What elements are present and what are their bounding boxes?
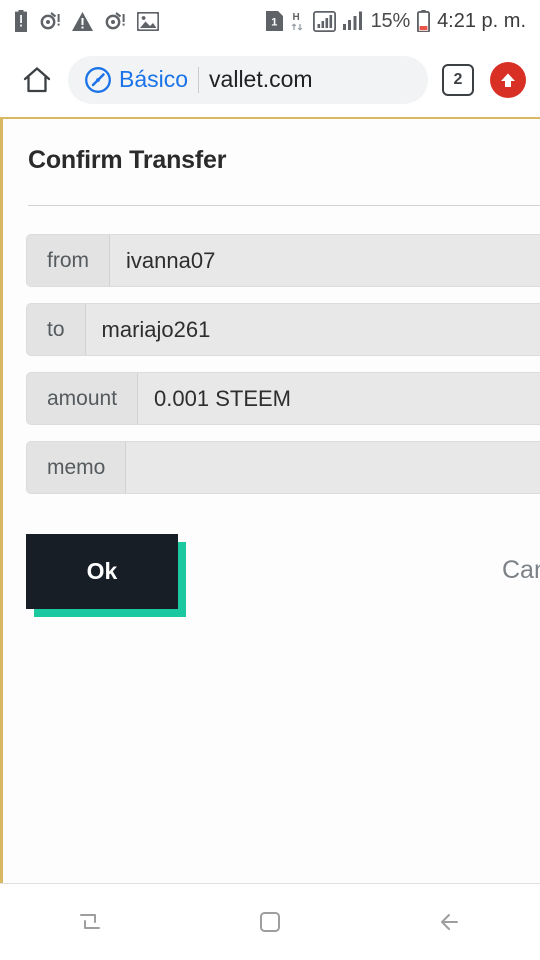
status-bar: 1 H 15% 4:21 p. m. — [0, 0, 540, 42]
field-value-memo[interactable] — [126, 442, 540, 493]
field-value-amount[interactable]: 0.001 STEEM — [138, 373, 540, 424]
sync-problem-icon — [40, 12, 60, 30]
android-navigation-bar — [0, 883, 540, 960]
tab-counter-button[interactable]: 2 — [442, 63, 474, 96]
home-button[interactable] — [14, 57, 60, 103]
svg-text:1: 1 — [271, 17, 277, 29]
field-row-amount: amount 0.001 STEEM — [26, 372, 540, 425]
sim-card-icon: 1 — [265, 11, 283, 31]
action-buttons: Ok Cancel — [26, 534, 540, 629]
status-bar-left-icons — [14, 10, 159, 32]
back-arrow-icon — [441, 914, 458, 930]
arrow-up-icon — [501, 73, 515, 87]
field-label-to: to — [27, 304, 86, 355]
ok-button[interactable]: Ok — [26, 534, 178, 609]
recents-button[interactable] — [0, 884, 180, 960]
transfer-fields: from ivanna07 to mariajo261 amount 0.001… — [3, 206, 540, 494]
battery-alert-icon — [15, 10, 27, 32]
field-row-memo: memo — [26, 441, 540, 494]
webview[interactable]: Confirm Transfer from ivanna07 to mariaj… — [0, 117, 540, 883]
svg-text:H: H — [292, 12, 299, 23]
cancel-button[interactable]: Cancel — [502, 556, 540, 585]
sync-problem-icon-2 — [105, 12, 125, 30]
field-label-amount: amount — [27, 373, 139, 424]
field-row-from: from ivanna07 — [26, 234, 540, 287]
ok-button-wrapper: Ok — [26, 534, 186, 617]
back-button[interactable] — [360, 884, 540, 960]
signal-bars-icon — [342, 11, 362, 30]
field-value-to[interactable]: mariajo261 — [85, 304, 540, 355]
battery-percent-label: 15% — [370, 9, 411, 32]
tab-count-label: 2 — [453, 70, 463, 88]
omnibox[interactable]: Básico vallet.com — [68, 55, 428, 104]
home-button-nav[interactable] — [180, 884, 360, 960]
omnibox-divider — [198, 66, 200, 93]
page-title: Confirm Transfer — [28, 146, 227, 174]
clock-label: 4:21 p. m. — [437, 9, 526, 32]
url-text[interactable]: vallet.com — [209, 66, 313, 93]
network-h-icon: H — [291, 12, 302, 30]
battery-low-icon — [417, 10, 431, 32]
signal-bars-boxed-icon — [312, 10, 336, 32]
field-label-from: from — [27, 235, 110, 286]
recents-icon — [80, 914, 100, 929]
transfer-confirm-page: Confirm Transfer from ivanna07 to mariaj… — [0, 119, 540, 883]
field-label-memo: memo — [27, 442, 127, 493]
speedometer-icon — [84, 66, 112, 94]
field-row-to: to mariajo261 — [26, 303, 540, 356]
field-value-from[interactable]: ivanna07 — [110, 235, 540, 286]
home-icon — [23, 66, 51, 92]
status-bar-right: 1 H 15% 4:21 p. m. — [265, 9, 526, 33]
browser-toolbar: Básico vallet.com 2 — [0, 42, 540, 117]
upload-button[interactable] — [490, 61, 526, 98]
screenshot-image-icon — [137, 11, 159, 31]
reader-mode-label: Básico — [119, 66, 189, 92]
warning-triangle-icon — [72, 11, 93, 31]
home-square-icon — [260, 912, 280, 932]
